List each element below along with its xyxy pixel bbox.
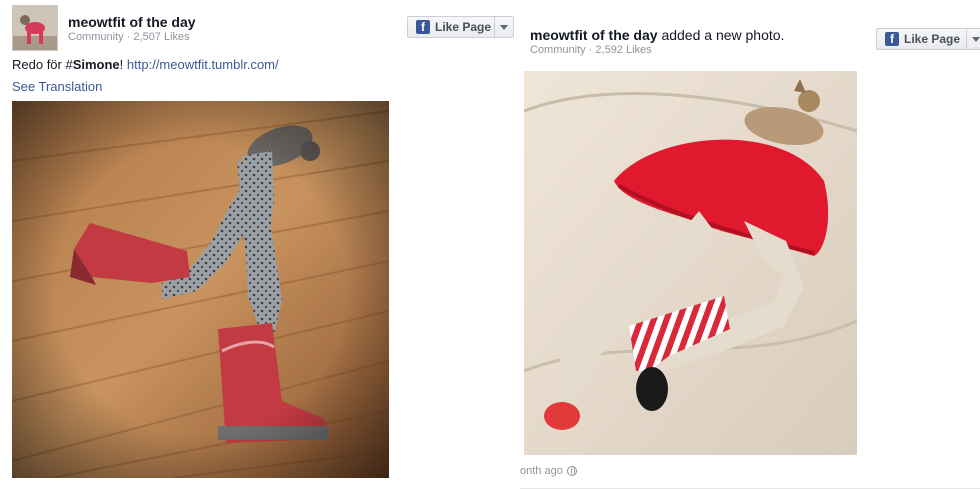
post-left: meowtfit of the day Community · 2,507 Li…	[0, 0, 520, 490]
like-page-button-right[interactable]: f Like Page	[876, 28, 980, 50]
like-page-button[interactable]: f Like Page	[407, 16, 514, 38]
page-meta: Community · 2,507 Likes	[68, 31, 190, 43]
post-text-mid: !	[119, 57, 127, 72]
facebook-f-icon: f	[416, 20, 430, 34]
see-translation-link[interactable]: See Translation	[12, 79, 102, 94]
post-timestamp[interactable]: onth ago	[520, 465, 577, 477]
page-name-link[interactable]: meowtfit of the day	[530, 27, 658, 43]
post-text: Redo för #Simone! http://meowtfit.tumblr…	[12, 57, 279, 72]
post-action: added a new photo.	[657, 27, 785, 43]
like-page-label: Like Page	[435, 20, 492, 34]
like-page-dropdown-right[interactable]	[966, 29, 980, 49]
page-name-right: meowtfit of the day added a new photo.	[530, 27, 784, 43]
chevron-down-icon	[500, 24, 508, 30]
page-avatar[interactable]	[12, 5, 58, 51]
tumblr-link[interactable]: http://meowtfit.tumblr.com/	[127, 57, 279, 72]
like-page-dropdown[interactable]	[494, 17, 513, 37]
page-name[interactable]: meowtfit of the day	[68, 14, 196, 30]
post-photo[interactable]	[12, 101, 389, 478]
hashtag[interactable]: Simone	[73, 57, 120, 72]
post-photo-right[interactable]	[524, 71, 857, 455]
timestamp-text: onth ago	[520, 465, 563, 477]
facebook-f-icon: f	[885, 32, 899, 46]
chevron-down-icon	[972, 36, 980, 42]
like-page-label-right: Like Page	[904, 32, 961, 46]
page-meta-right: Community · 2,592 Likes	[530, 44, 652, 56]
post-right: meowtfit of the day added a new photo. C…	[520, 0, 980, 490]
globe-icon	[566, 466, 577, 476]
post-text-prefix: Redo för #	[12, 57, 73, 72]
post-divider	[520, 488, 980, 489]
